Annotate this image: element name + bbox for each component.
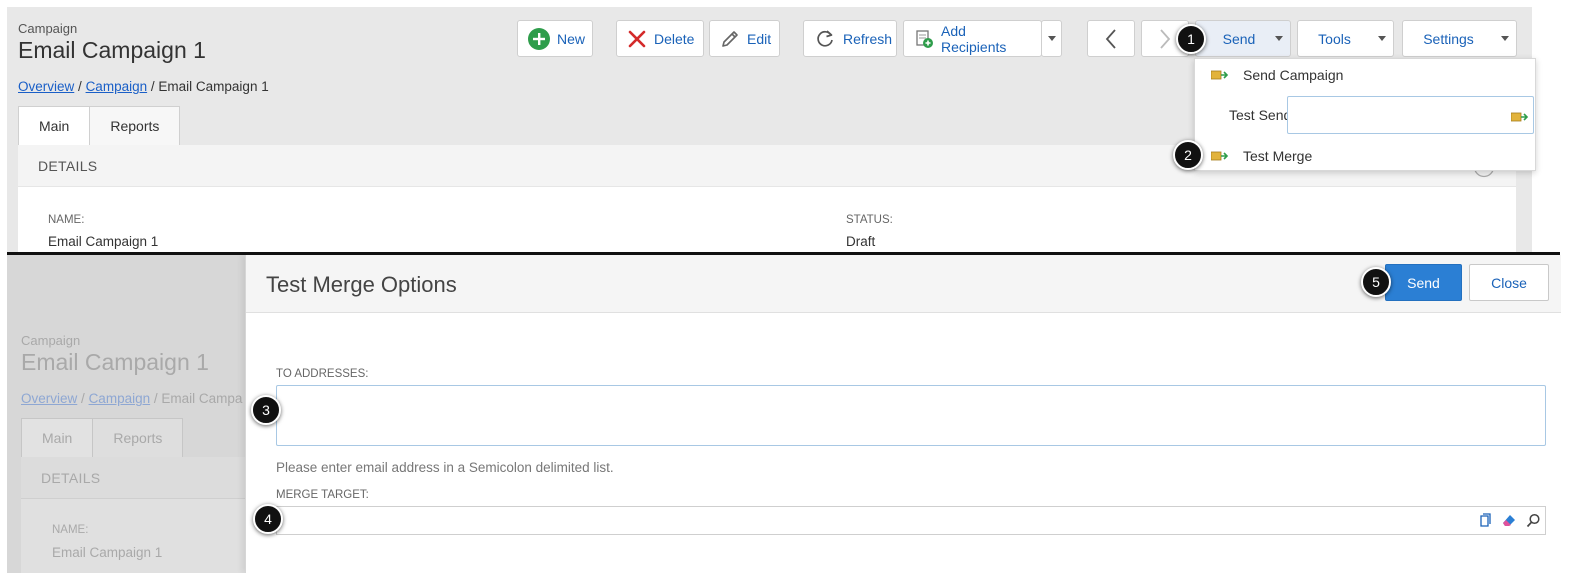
previous-record-button[interactable]	[1087, 20, 1135, 57]
tab-reports: Reports	[92, 418, 184, 458]
breadcrumb-current: Email Campa	[161, 391, 243, 406]
step-callout-3: 3	[251, 395, 281, 425]
chevron-right-icon	[1160, 28, 1171, 49]
breadcrumb-separator: /	[150, 79, 155, 94]
refresh-button-label: Refresh	[843, 30, 893, 47]
tools-menu-button[interactable]: Tools	[1297, 20, 1394, 57]
details-section: NAME: Email Campaign 1	[21, 499, 247, 573]
settings-menu-button[interactable]: Settings	[1402, 20, 1517, 57]
step-callout-1: 1	[1176, 24, 1206, 54]
test-merge-label: Test Merge	[1243, 148, 1313, 164]
name-value: Email Campaign 1	[48, 234, 159, 249]
test-send-label: Test Send	[1229, 107, 1292, 123]
more-actions-dropdown[interactable]	[1041, 20, 1062, 57]
delete-button[interactable]: Delete	[616, 20, 704, 57]
to-addresses-hint: Please enter email address in a Semicolo…	[276, 460, 614, 475]
entity-type-label: Campaign	[21, 333, 81, 348]
settings-menu-label: Settings	[1423, 30, 1474, 47]
entity-type-label: Campaign	[18, 21, 78, 36]
step-callout-2: 2	[1173, 140, 1203, 170]
pencil-icon	[720, 29, 740, 49]
edit-button-label: Edit	[747, 30, 772, 47]
chevron-left-icon	[1105, 28, 1116, 49]
send-dropdown-menu: Send Campaign Test Send Test Merge	[1194, 58, 1536, 171]
add-recipients-button[interactable]: Add Recipients	[903, 20, 1042, 57]
breadcrumb-campaign-link[interactable]: Campaign	[86, 79, 148, 94]
tab-reports[interactable]: Reports	[89, 106, 181, 146]
send-button[interactable]: Send	[1385, 264, 1462, 301]
breadcrumb-campaign-link: Campaign	[88, 391, 151, 406]
page-title: Email Campaign 1	[18, 37, 206, 63]
tab-main: Main	[21, 418, 94, 458]
x-icon	[627, 29, 647, 49]
name-value: Email Campaign 1	[52, 545, 163, 560]
background-form-faded: Campaign Email Campaign 1 Overview / Cam…	[7, 255, 247, 573]
merge-target-lookup[interactable]	[276, 506, 1546, 535]
send-menu-button[interactable]: Send	[1195, 20, 1291, 57]
to-addresses-label: TO ADDRESSES:	[276, 368, 369, 380]
send-campaign-label: Send Campaign	[1243, 67, 1344, 83]
dialog-title: Test Merge Options	[266, 272, 457, 297]
edit-button[interactable]: Edit	[709, 20, 780, 57]
test-merge-menu-item[interactable]: Test Merge	[1195, 141, 1535, 171]
plus-circle-icon	[528, 27, 550, 50]
tab-main[interactable]: Main	[18, 106, 91, 146]
refresh-button[interactable]: Refresh	[803, 20, 897, 57]
test-send-input[interactable]	[1287, 96, 1534, 134]
page-title: Email Campaign 1	[21, 349, 209, 375]
name-label: NAME:	[48, 214, 85, 226]
name-label: NAME:	[52, 524, 89, 536]
chevron-down-icon	[1047, 36, 1056, 41]
tools-menu-label: Tools	[1318, 30, 1351, 47]
add-recipient-icon	[914, 29, 934, 49]
test-merge-screen: Campaign Email Campaign 1 Overview / Cam…	[7, 255, 1561, 573]
send-campaign-menu-item[interactable]: Send Campaign	[1195, 60, 1535, 90]
send-menu-label: Send	[1222, 30, 1256, 47]
search-icon[interactable]	[1526, 513, 1541, 528]
refresh-icon	[814, 28, 836, 50]
merge-target-actions	[1478, 512, 1541, 528]
tab-bar: Main Reports	[18, 106, 181, 146]
step-callout-4: 4	[253, 504, 283, 534]
close-button[interactable]: Close	[1469, 264, 1549, 301]
breadcrumb-separator: /	[153, 391, 158, 406]
send-envelope-icon[interactable]	[1510, 110, 1529, 128]
open-icon[interactable]	[1478, 512, 1492, 528]
breadcrumb-separator: /	[81, 391, 85, 406]
new-button[interactable]: New	[517, 20, 593, 57]
merge-target-label: MERGE TARGET:	[276, 489, 369, 501]
to-addresses-input[interactable]	[276, 385, 1546, 446]
new-button-label: New	[557, 30, 586, 47]
add-recipients-button-label: Add Recipients	[941, 22, 1007, 55]
chevron-down-icon	[1494, 36, 1516, 41]
send-envelope-icon	[1210, 68, 1229, 84]
breadcrumb-current: Email Campaign 1	[158, 79, 269, 94]
tab-bar: Main Reports	[21, 418, 184, 458]
chevron-down-icon	[1268, 36, 1290, 41]
send-envelope-icon	[1210, 149, 1229, 165]
delete-button-label: Delete	[654, 30, 695, 47]
test-merge-dialog: Test Merge Options Send Close TO ADDRESS…	[245, 255, 1561, 573]
breadcrumb-overview-link: Overview	[21, 391, 78, 406]
eraser-icon[interactable]	[1501, 512, 1517, 528]
step-callout-5: 5	[1361, 267, 1391, 297]
breadcrumb: Overview / Campaign / Email Campaign 1	[18, 79, 269, 94]
breadcrumb-separator: /	[78, 79, 82, 94]
breadcrumb: Overview / Campaign / Email Campa	[21, 391, 242, 406]
details-section-header: DETAILS	[21, 457, 247, 499]
chevron-down-icon	[1371, 36, 1393, 41]
status-value: Draft	[846, 234, 876, 249]
status-label: STATUS:	[846, 214, 893, 226]
breadcrumb-overview-link[interactable]: Overview	[18, 79, 74, 94]
